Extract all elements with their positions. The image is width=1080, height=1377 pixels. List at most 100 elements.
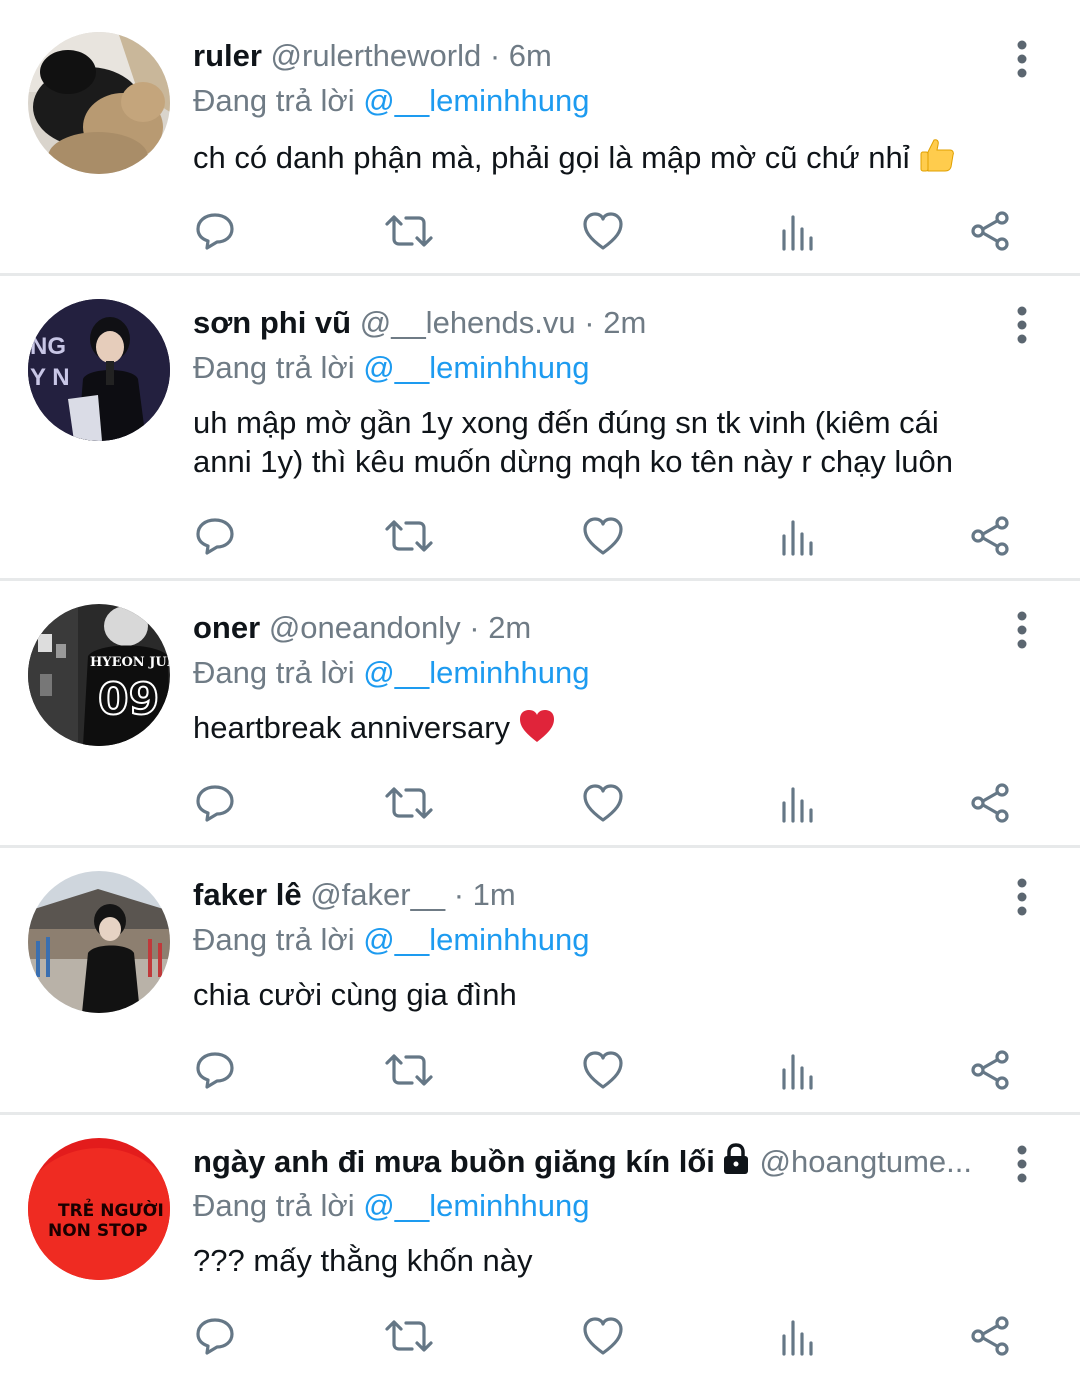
more-icon[interactable] (1004, 37, 1040, 81)
analytics-icon[interactable] (772, 1311, 822, 1361)
reply-icon[interactable] (190, 1311, 240, 1361)
timestamp[interactable]: 2m (603, 305, 646, 340)
share-icon[interactable] (966, 778, 1016, 828)
action-bar (0, 1311, 1080, 1361)
avatar[interactable]: TRẺ NGƯỜI NON STOP (28, 1138, 170, 1280)
reply-icon[interactable] (190, 206, 240, 256)
tweet-text: uh mập mờ gần 1y xong đến đúng sn tk vin… (193, 403, 993, 481)
share-icon[interactable] (966, 1045, 1016, 1095)
analytics-icon[interactable] (772, 511, 822, 561)
mention-link[interactable]: @__leminhhung (363, 83, 589, 118)
replying-to: Đang trả lời @__leminhhung (193, 1185, 589, 1227)
reply-icon[interactable] (190, 511, 240, 561)
display-name[interactable]: ngày anh đi mưa buồn giăng kín lối (193, 1144, 715, 1179)
avatar-jersey-name: HYEON JUN (90, 655, 170, 670)
timestamp[interactable]: 2m (488, 610, 531, 645)
separator-dot: · (453, 877, 465, 912)
analytics-icon[interactable] (772, 206, 822, 256)
divider (0, 845, 1080, 848)
like-icon[interactable] (578, 206, 628, 256)
replying-to-label: Đang trả lời (193, 83, 355, 118)
tweet-text: chia cười cùng gia đình (193, 975, 1013, 1014)
like-icon[interactable] (578, 1045, 628, 1095)
more-icon[interactable] (1004, 608, 1040, 652)
avatar[interactable] (28, 871, 170, 1013)
avatar[interactable] (28, 32, 170, 174)
avatar[interactable]: HYEON JUN 09 (28, 604, 170, 746)
replying-to: Đang trả lời @__leminhhung (193, 80, 589, 122)
action-bar (0, 206, 1080, 256)
tweet-text: heartbreak anniversary (193, 708, 1013, 753)
action-bar (0, 511, 1080, 561)
replying-to: Đang trả lời @__leminhhung (193, 919, 589, 961)
user-handle[interactable]: @__lehends.vu (360, 305, 576, 340)
tweet-body: ??? mấy thằng khốn này (193, 1243, 533, 1278)
retweet-icon[interactable] (384, 206, 434, 256)
retweet-icon[interactable] (384, 1045, 434, 1095)
replying-to-label: Đang trả lời (193, 1188, 355, 1223)
svg-text:Y N: Y N (30, 364, 70, 391)
red-heart-icon (518, 708, 556, 753)
separator-dot: · (584, 305, 595, 340)
tweet-body: chia cười cùng gia đình (193, 977, 517, 1012)
replying-to-label: Đang trả lời (193, 922, 355, 957)
tweet-body: heartbreak anniversary (193, 710, 511, 745)
more-icon[interactable] (1004, 875, 1040, 919)
divider (0, 1112, 1080, 1115)
user-handle[interactable]: @faker__ (310, 877, 445, 912)
display-name[interactable]: oner (193, 610, 260, 645)
replying-to-label: Đang trả lời (193, 655, 355, 690)
more-icon[interactable] (1004, 1142, 1040, 1186)
analytics-icon[interactable] (772, 778, 822, 828)
tweet-header: ngày anh đi mưa buồn giăng kín lối @hoan… (193, 1141, 983, 1183)
avatar-jersey-number: 09 (98, 674, 159, 725)
mention-link[interactable]: @__leminhhung (363, 350, 589, 385)
user-handle[interactable]: @hoangtume... (760, 1144, 972, 1179)
display-name[interactable]: sơn phi vũ (193, 305, 351, 340)
like-icon[interactable] (578, 778, 628, 828)
svg-text:NG: NG (30, 333, 66, 360)
display-name[interactable]: faker lê (193, 877, 302, 912)
replying-to: Đang trả lời @__leminhhung (193, 652, 589, 694)
action-bar (0, 778, 1080, 828)
divider (0, 273, 1080, 276)
reply-icon[interactable] (190, 1045, 240, 1095)
tweet-text: ??? mấy thằng khốn này (193, 1241, 1013, 1280)
replying-to-label: Đang trả lời (193, 350, 355, 385)
tweet-header: sơn phi vũ @__lehends.vu · 2m (193, 302, 993, 344)
tweet-header: ruler @rulertheworld · 6m (193, 35, 993, 77)
timestamp[interactable]: 6m (509, 38, 552, 73)
reply-icon[interactable] (190, 778, 240, 828)
separator-dot: · (469, 610, 480, 645)
share-icon[interactable] (966, 1311, 1016, 1361)
retweet-icon[interactable] (384, 778, 434, 828)
thumbs-up-icon (918, 136, 956, 183)
display-name[interactable]: ruler (193, 38, 262, 73)
share-icon[interactable] (966, 511, 1016, 561)
mention-link[interactable]: @__leminhhung (363, 655, 589, 690)
action-bar (0, 1045, 1080, 1095)
avatar-shirt-text-2: NON STOP (48, 1221, 148, 1241)
timestamp[interactable]: 1m (473, 877, 516, 912)
like-icon[interactable] (578, 1311, 628, 1361)
analytics-icon[interactable] (772, 1045, 822, 1095)
retweet-icon[interactable] (384, 1311, 434, 1361)
mention-link[interactable]: @__leminhhung (363, 1188, 589, 1223)
tweet-header: oner @oneandonly · 2m (193, 607, 993, 649)
user-handle[interactable]: @oneandonly (269, 610, 461, 645)
tweet-body: ch có danh phận mà, phải gọi là mập mờ c… (193, 140, 910, 175)
avatar[interactable]: NG Y N (28, 299, 170, 441)
separator-dot: · (489, 38, 501, 73)
user-handle[interactable]: @rulertheworld (271, 38, 482, 73)
avatar-shirt-text-1: TRẺ NGƯỜI (58, 1198, 164, 1221)
lock-icon (721, 1143, 751, 1183)
like-icon[interactable] (578, 511, 628, 561)
share-icon[interactable] (966, 206, 1016, 256)
more-icon[interactable] (1004, 303, 1040, 347)
mention-link[interactable]: @__leminhhung (363, 922, 589, 957)
retweet-icon[interactable] (384, 511, 434, 561)
replying-to: Đang trả lời @__leminhhung (193, 347, 589, 389)
tweet-text: ch có danh phận mà, phải gọi là mập mờ c… (193, 136, 1013, 183)
divider (0, 578, 1080, 581)
tweet-body: uh mập mờ gần 1y xong đến đúng sn tk vin… (193, 405, 954, 479)
